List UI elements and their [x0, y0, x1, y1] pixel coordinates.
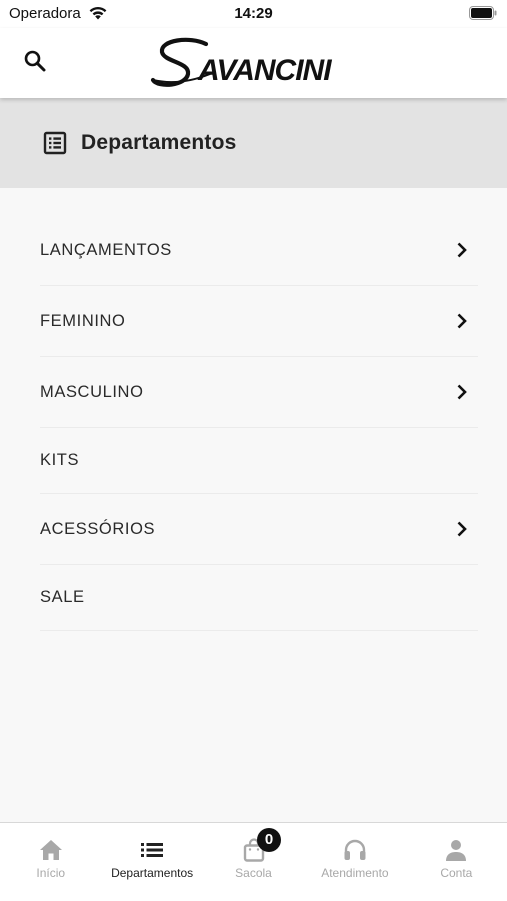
- chevron-right-icon: [457, 521, 467, 537]
- dept-label: MASCULINO: [40, 382, 144, 401]
- chevron-right-icon: [457, 313, 467, 329]
- status-bar: Operadora 14:29: [0, 0, 507, 28]
- dept-label: LANÇAMENTOS: [40, 240, 172, 259]
- person-icon: [446, 840, 467, 861]
- chevron-right-icon: [457, 384, 467, 400]
- cart-count-badge: 0: [257, 828, 281, 852]
- clock: 14:29: [234, 5, 273, 22]
- list-alt-icon: [42, 130, 68, 156]
- chevron-right-icon: [457, 242, 467, 258]
- tab-inicio[interactable]: Início: [0, 823, 101, 901]
- departments-header: Departamentos: [0, 98, 507, 188]
- tab-label: Conta: [440, 866, 473, 880]
- search-button[interactable]: [18, 44, 52, 78]
- tab-sacola[interactable]: Sacola: [203, 823, 304, 901]
- dept-item-lancamentos[interactable]: LANÇAMENTOS: [40, 215, 478, 286]
- dept-label: SALE: [40, 588, 85, 606]
- tab-label: Atendimento: [321, 866, 389, 880]
- dept-item-masculino[interactable]: MASCULINO: [40, 357, 478, 428]
- headset-icon: [344, 839, 366, 860]
- dept-label: KITS: [40, 451, 80, 469]
- department-list: LANÇAMENTOS FEMININO MASCULINO KITS ACES…: [40, 215, 478, 631]
- tab-label: Sacola: [235, 866, 272, 880]
- dept-item-sale[interactable]: SALE: [40, 565, 478, 631]
- search-icon: [24, 50, 46, 72]
- tab-departamentos[interactable]: Departamentos: [101, 823, 202, 901]
- app-header: AVANCINI: [0, 28, 507, 98]
- tab-conta[interactable]: Conta: [406, 823, 507, 901]
- dept-label: ACESSÓRIOS: [40, 519, 156, 538]
- tab-atendimento[interactable]: Atendimento: [304, 823, 405, 901]
- dept-item-feminino[interactable]: FEMININO: [40, 286, 478, 357]
- tab-label: Departamentos: [111, 866, 194, 880]
- battery-icon: [469, 6, 497, 25]
- dept-item-acessorios[interactable]: ACESSÓRIOS: [40, 494, 478, 565]
- savancini-logo[interactable]: AVANCINI: [150, 34, 360, 92]
- page-title: Departamentos: [81, 131, 237, 154]
- list-icon: [141, 843, 164, 857]
- dept-item-kits[interactable]: KITS: [40, 428, 478, 494]
- dept-label: FEMININO: [40, 311, 126, 330]
- home-icon: [39, 840, 62, 860]
- tab-label: Início: [36, 866, 66, 880]
- bottom-tab-bar: Início Departamentos Sacola Atendimento: [0, 822, 507, 901]
- svg-text:AVANCINI: AVANCINI: [197, 54, 332, 87]
